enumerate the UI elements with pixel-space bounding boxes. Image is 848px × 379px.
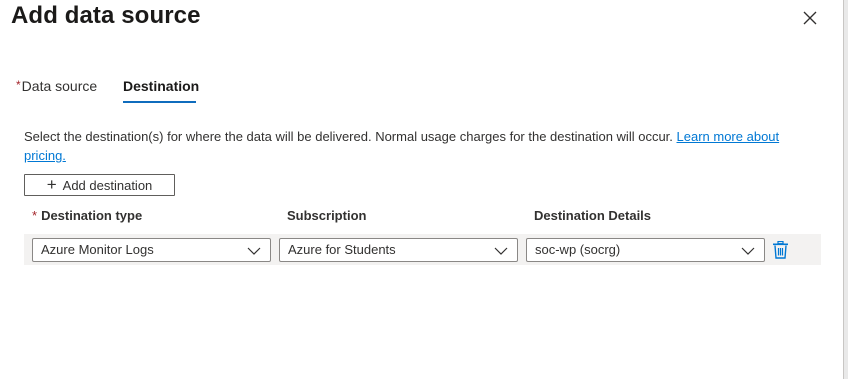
column-header-destination-details: Destination Details [534, 208, 652, 223]
destination-description: Select the destination(s) for where the … [24, 127, 804, 165]
plus-icon: + [46, 174, 57, 194]
tab-data-source[interactable]: *Data source [16, 78, 97, 94]
subscription-dropdown[interactable]: Azure for Students [279, 238, 518, 262]
required-marker: * [16, 78, 21, 92]
panel-scroll-edge [844, 0, 848, 379]
add-destination-label: Add destination [62, 177, 153, 193]
destination-details-dropdown[interactable]: soc-wp (socrg) [526, 238, 765, 262]
chevron-down-icon [247, 247, 261, 255]
tab-data-source-label: Data source [21, 78, 98, 94]
subscription-value: Azure for Students [288, 242, 396, 257]
destination-type-value: Azure Monitor Logs [41, 242, 154, 257]
selected-tab-indicator [123, 101, 196, 103]
column-header-subscription: Subscription [287, 208, 367, 223]
required-marker: * [32, 208, 38, 223]
add-data-source-panel: Add data source *Data source Destination… [0, 0, 844, 379]
chevron-down-icon [741, 247, 755, 255]
column-header-destination-type: * Destination type [32, 208, 142, 223]
close-icon[interactable] [800, 8, 820, 28]
dialog-title: Add data source [11, 2, 201, 29]
trash-icon[interactable] [772, 241, 789, 259]
description-text: Select the destination(s) for where the … [24, 129, 677, 144]
add-destination-button[interactable]: + Add destination [24, 174, 175, 196]
tab-destination[interactable]: Destination [123, 78, 199, 94]
destination-type-dropdown[interactable]: Azure Monitor Logs [32, 238, 271, 262]
destination-details-value: soc-wp (socrg) [535, 242, 621, 257]
chevron-down-icon [494, 247, 508, 255]
destination-type-label: Destination type [41, 208, 143, 223]
